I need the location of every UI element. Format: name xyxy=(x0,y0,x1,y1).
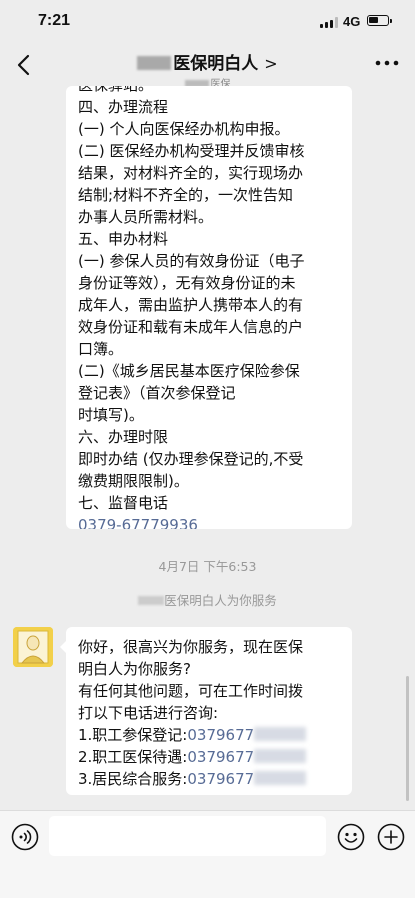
add-attachment-icon[interactable] xyxy=(377,823,405,851)
more-options-icon[interactable] xyxy=(375,60,399,66)
avatar-person-icon xyxy=(13,627,53,667)
contact-label: 2.职工医保待遇: xyxy=(78,748,188,766)
voice-input-icon[interactable] xyxy=(11,823,39,851)
redacted-digits xyxy=(254,727,307,741)
message-line: 身份证等效），无有效身份证的未 xyxy=(78,274,296,292)
signal-icon xyxy=(320,17,338,28)
sender-avatar[interactable] xyxy=(13,627,53,667)
message-line: (二) 医保经办机构受理并反馈审核 xyxy=(78,142,305,160)
message-line: 七、监督电话 xyxy=(78,494,169,512)
message-line: 五、申办材料 xyxy=(78,230,169,248)
message-line: 结制;材料不齐全的，一次性告知 xyxy=(78,186,294,204)
status-time: 7:21 xyxy=(38,12,71,29)
redacted-name xyxy=(138,596,165,605)
contact-label: 3.居民综合服务: xyxy=(78,770,188,788)
message-line: 医保驿站。 xyxy=(78,86,340,96)
supervision-phone-link[interactable]: 0379-67779936 xyxy=(78,514,340,529)
system-notice-text: 医保明白人为你服务 xyxy=(164,593,277,608)
contact-item: 3.居民综合服务:0379677 xyxy=(78,768,340,790)
message-line: 六、办理时限 xyxy=(78,428,169,446)
message-line: 登记表》（首次参保登记 xyxy=(78,384,236,402)
contact-phone-link[interactable]: 0379677 xyxy=(187,748,254,766)
message-line: 明白人为你服务? xyxy=(78,660,191,678)
message-bubble-procedure[interactable]: 医保驿站。 四、办理流程 (一) 个人向医保经办机构申报。 (二) 医保经办机构… xyxy=(66,86,352,529)
contact-phone-link[interactable]: 0379677 xyxy=(187,726,254,744)
message-line: (一) 个人向医保经办机构申报。 xyxy=(78,120,290,138)
redacted-digits xyxy=(254,749,307,763)
input-bar xyxy=(0,810,415,898)
contact-phone-link[interactable]: 0379677 xyxy=(187,770,254,788)
message-line: 你好，很高兴为你服务，现在医保 xyxy=(78,638,304,656)
message-input[interactable] xyxy=(49,816,326,856)
contact-item: 2.职工医保待遇:0379677 xyxy=(78,746,340,768)
message-line: (二)《城乡居民基本医疗保险参保 xyxy=(78,362,300,380)
message-timestamp: 4月7日 下午6:53 xyxy=(158,559,257,574)
message-line: 时填写)。 xyxy=(78,406,144,424)
scrollbar[interactable] xyxy=(406,676,409,801)
chat-header: 医保明白人 > 医保 xyxy=(0,44,415,90)
message-line: 成年人，需由监护人携带本人的有 xyxy=(78,296,304,314)
battery-icon xyxy=(367,15,392,26)
redacted-digits xyxy=(254,771,307,785)
message-line: 结果，对材料齐全的，实行现场办 xyxy=(78,164,304,182)
system-notice: 医保明白人为你服务 xyxy=(0,590,415,609)
message-line: 四、办理流程 xyxy=(78,98,169,116)
message-line: 办事人员所需材料。 xyxy=(78,208,214,226)
message-line: 缴费期限限制)。 xyxy=(78,472,189,490)
contact-label: 1.职工参保登记: xyxy=(78,726,188,744)
chat-title: 医保明白人 xyxy=(173,54,259,74)
message-line: 即时办结 (仅办理参保登记的,不受 xyxy=(78,450,304,468)
chevron-right-icon: > xyxy=(264,54,278,73)
message-line: (一) 参保人员的有效身份证（电子 xyxy=(78,252,305,270)
status-bar: 7:21 4G xyxy=(0,0,415,44)
message-line: 有任何其他问题，可在工作时间拨 xyxy=(78,682,304,700)
message-line: 效身份证和载有未成年人信息的户 xyxy=(78,318,304,336)
network-type: 4G xyxy=(343,14,361,29)
message-bubble-welcome[interactable]: 你好，很高兴为你服务，现在医保 明白人为你服务? 有任何其他问题，可在工作时间拨… xyxy=(60,627,352,795)
message-line: 打以下电话进行咨询: xyxy=(78,704,219,722)
message-line: 口簿。 xyxy=(78,340,124,358)
redacted-name xyxy=(137,56,172,70)
emoji-icon[interactable] xyxy=(337,823,365,851)
chat-title-area[interactable]: 医保明白人 > 医保 xyxy=(0,49,415,90)
contact-item: 1.职工参保登记:0379677 xyxy=(78,724,340,746)
